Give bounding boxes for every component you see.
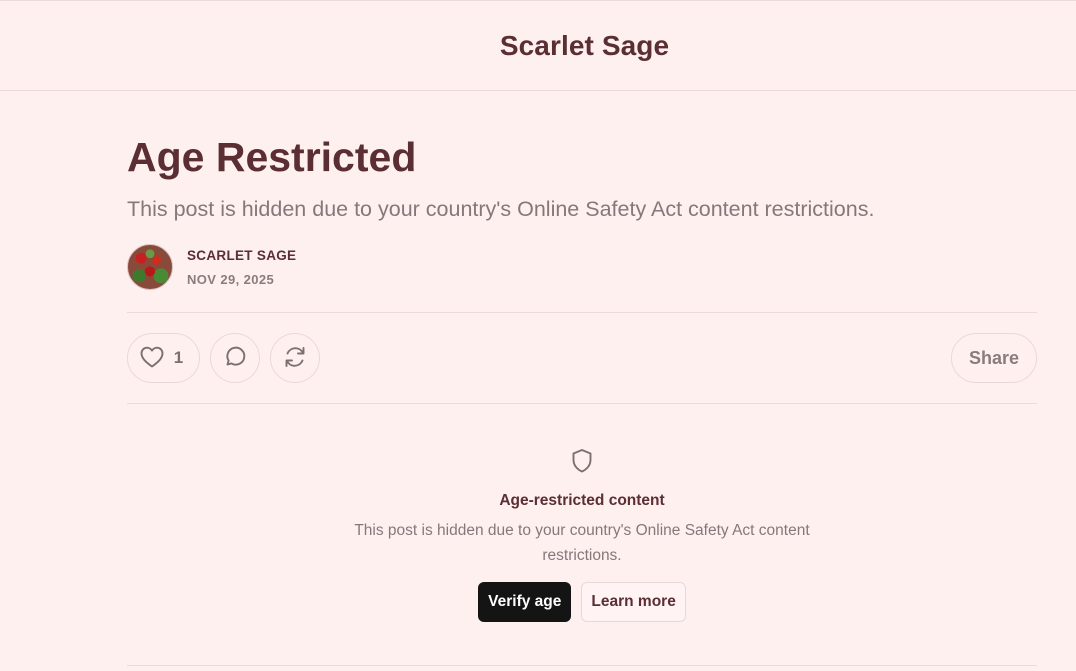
learn-more-button[interactable]: Learn more xyxy=(581,582,686,622)
author-name[interactable]: SCARLET SAGE xyxy=(187,247,296,265)
restriction-message: This post is hidden due to your country'… xyxy=(354,522,810,564)
verify-age-button[interactable]: Verify age xyxy=(478,582,572,622)
site-title[interactable]: Scarlet Sage xyxy=(500,30,669,62)
like-count: 1 xyxy=(173,348,184,367)
restack-icon xyxy=(283,345,307,372)
restriction-heading: Age-restricted content xyxy=(499,492,665,509)
post-content: Age Restricted This post is hidden due t… xyxy=(127,91,1037,622)
shield-icon xyxy=(570,448,594,479)
restriction-actions: Verify age Learn more xyxy=(478,582,686,622)
author-avatar[interactable] xyxy=(127,244,173,290)
age-restriction-notice: Age-restricted content This post is hidd… xyxy=(127,404,1037,622)
byline-text: SCARLET SAGE NOV 29, 2025 xyxy=(187,247,296,288)
divider xyxy=(127,665,1037,666)
top-bar: Scarlet Sage xyxy=(0,0,1076,91)
heart-icon xyxy=(140,346,164,371)
share-button[interactable]: Share xyxy=(951,333,1037,383)
post-actions: 1 Share xyxy=(127,312,1037,404)
byline: SCARLET SAGE NOV 29, 2025 xyxy=(127,244,1037,290)
post-title: Age Restricted xyxy=(127,134,417,180)
post-subtitle: This post is hidden due to your country'… xyxy=(127,197,875,221)
restack-button[interactable] xyxy=(270,333,320,383)
comment-icon xyxy=(223,345,247,372)
like-button[interactable]: 1 xyxy=(127,333,200,383)
comment-button[interactable] xyxy=(210,333,260,383)
post-date: NOV 29, 2025 xyxy=(187,271,275,287)
